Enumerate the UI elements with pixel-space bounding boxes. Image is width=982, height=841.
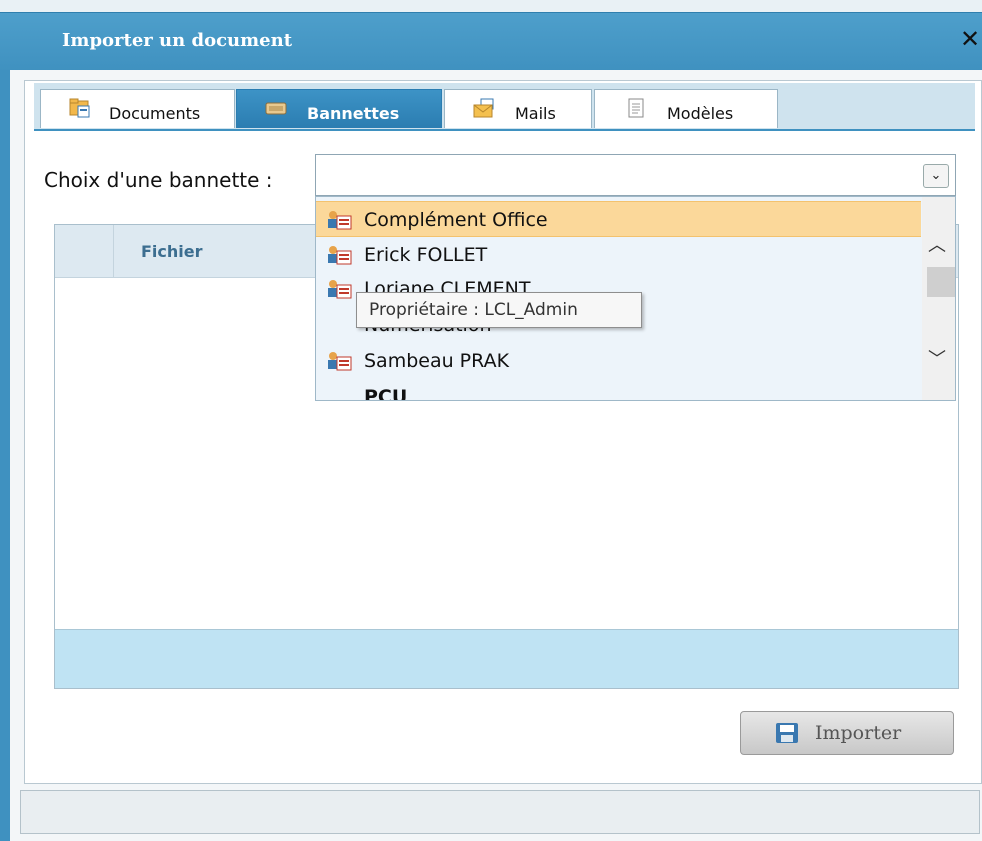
- owner-tooltip-text: Propriétaire : LCL_Admin: [369, 300, 578, 320]
- tab-modeles[interactable]: Modèles: [594, 89, 778, 128]
- import-button-label: Importer: [815, 722, 902, 744]
- tab-mails-label: Mails: [515, 104, 556, 123]
- scroll-up-icon[interactable]: ︿: [928, 231, 946, 257]
- bannette-choice-label: Choix d'une bannette :: [44, 168, 273, 192]
- import-document-dialog: Importer un document ✕ Documents Bannett…: [0, 0, 982, 841]
- documents-folder-icon: [69, 98, 90, 118]
- scrollbar-thumb[interactable]: [927, 267, 955, 297]
- tab-bannettes[interactable]: Bannettes: [236, 89, 442, 128]
- dropdown-option[interactable]: PCU: [316, 379, 921, 401]
- dialog-left-border: [0, 70, 10, 841]
- dropdown-option-label: Sambeau PRAK: [364, 350, 510, 372]
- owner-tooltip: Propriétaire : LCL_Admin: [356, 292, 642, 328]
- column-header-fichier[interactable]: Fichier: [141, 242, 203, 261]
- user-tray-icon: [328, 280, 352, 299]
- tab-mails[interactable]: Mails: [444, 89, 592, 128]
- user-tray-icon: [328, 246, 352, 265]
- tray-icon: [265, 102, 287, 115]
- dropdown-scrollbar[interactable]: ︿ ﹀: [922, 197, 955, 400]
- import-button[interactable]: Importer: [740, 711, 954, 755]
- dropdown-option-label: Erick FOLLET: [364, 244, 488, 266]
- close-icon[interactable]: ✕: [960, 25, 980, 53]
- grid-footer: [55, 629, 958, 688]
- grid-select-column[interactable]: [55, 225, 114, 277]
- dialog-status-bar: [20, 790, 980, 834]
- bannette-select[interactable]: ⌄: [315, 154, 956, 196]
- chevron-down-icon[interactable]: ⌄: [923, 164, 949, 188]
- dropdown-option[interactable]: Sambeau PRAK: [316, 343, 921, 379]
- dropdown-option-label: PCU: [364, 386, 408, 401]
- user-tray-icon: [328, 211, 352, 230]
- dialog-titlebar[interactable]: Importer un document ✕: [0, 12, 982, 71]
- tab-bannettes-label: Bannettes: [307, 104, 400, 123]
- dropdown-option[interactable]: Complément Office: [316, 201, 921, 237]
- mail-envelope-icon: [473, 98, 494, 118]
- tab-modeles-label: Modèles: [667, 104, 734, 123]
- tab-documents-label: Documents: [109, 104, 201, 123]
- template-page-icon: [628, 98, 644, 118]
- dialog-title: Importer un document: [62, 30, 293, 51]
- user-tray-icon: [328, 352, 352, 371]
- dropdown-option[interactable]: Erick FOLLET: [316, 237, 921, 273]
- dropdown-option-label: Complément Office: [364, 209, 548, 231]
- tab-documents[interactable]: Documents: [40, 89, 235, 128]
- save-disk-icon: [776, 723, 798, 743]
- scroll-down-icon[interactable]: ﹀: [928, 345, 946, 371]
